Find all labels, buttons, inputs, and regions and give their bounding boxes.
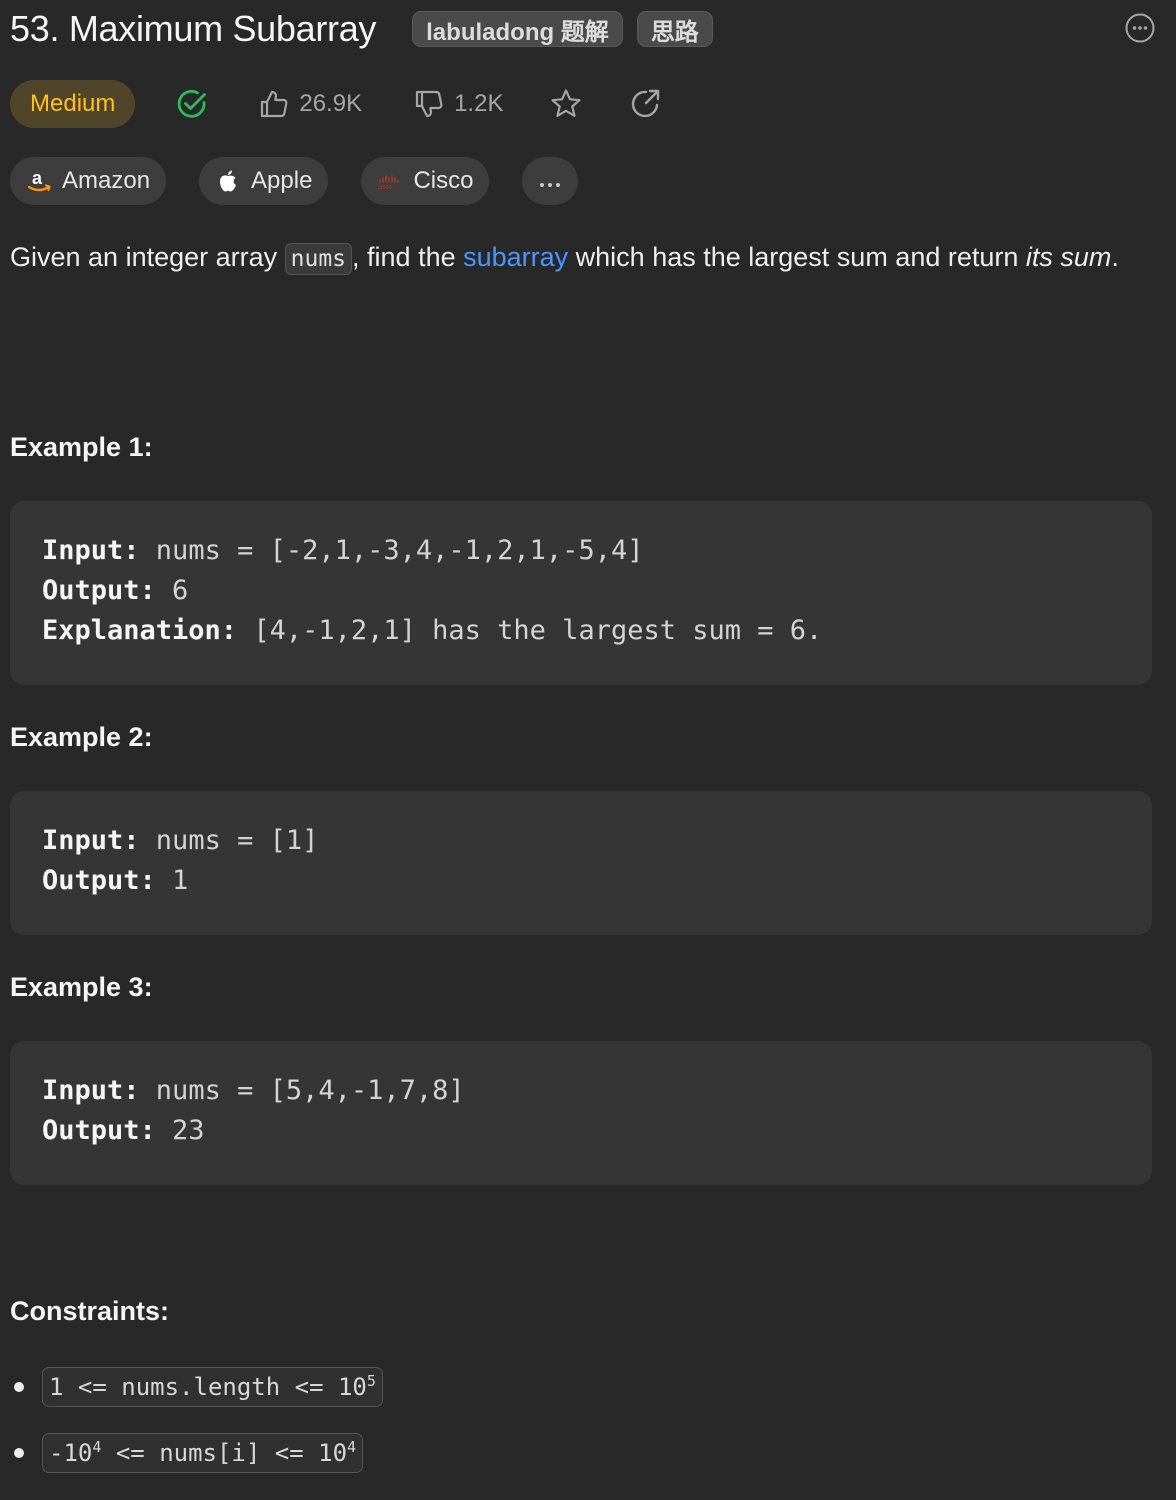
explanation-value: [4,-1,2,1] has the largest sum = 6. — [237, 615, 823, 646]
example-1-heading: Example 1: — [10, 432, 153, 462]
share-icon[interactable] — [629, 87, 663, 121]
explanation-label: Explanation: — [42, 615, 238, 646]
labuladong-solution-button[interactable]: labuladong 题解 — [412, 11, 623, 47]
company-tag-amazon[interactable]: a Amazon — [10, 157, 167, 205]
output-label: Output: — [42, 865, 156, 896]
like-count: 26.9K — [299, 90, 363, 117]
example-3-heading: Example 3: — [10, 972, 153, 1002]
constraint-2: -10 4 <= nums[i] <= 10 4 — [42, 1433, 364, 1473]
more-horizontal-circle-icon[interactable] — [1124, 12, 1156, 44]
company-name: Apple — [251, 167, 313, 194]
constraint-text: <= nums[i] <= 10 — [101, 1439, 348, 1467]
more-companies-button[interactable] — [522, 157, 579, 205]
like-button[interactable]: 26.9K — [257, 87, 362, 121]
solved-check-icon — [175, 87, 209, 121]
difficulty-badge[interactable]: Medium — [10, 80, 136, 128]
star-icon[interactable] — [549, 87, 583, 121]
apple-logo-icon — [215, 168, 241, 194]
company-tags: a Amazon Apple cisco Cisco — [10, 157, 579, 205]
svg-text:cisco: cisco — [378, 185, 392, 191]
cisco-logo-icon: cisco — [377, 168, 403, 194]
description-text: which has the largest sum and return — [568, 242, 1026, 272]
amazon-logo-icon: a — [26, 168, 52, 194]
description-text: Given an integer array — [10, 242, 285, 272]
bullet-point — [14, 1382, 24, 1392]
company-name: Amazon — [62, 167, 151, 194]
output-label: Output: — [42, 575, 156, 606]
example-2-box: Input: nums = [1] Output: 1 — [10, 791, 1152, 935]
constraints-heading: Constraints: — [10, 1296, 170, 1326]
dislike-button[interactable]: 1.2K — [412, 87, 503, 121]
company-tag-apple[interactable]: Apple — [199, 157, 329, 205]
inline-code-nums: nums — [284, 243, 353, 275]
title-row: 53. Maximum Subarray labuladong 题解 思路 — [10, 6, 1156, 52]
description-text: . — [1111, 242, 1119, 272]
output-value: 1 — [155, 865, 189, 896]
bullet-point — [14, 1448, 24, 1458]
problem-title: 53. Maximum Subarray — [10, 8, 377, 49]
subarray-link[interactable]: subarray — [463, 242, 568, 272]
input-value: nums = [-2,1,-3,4,-1,2,1,-5,4] — [139, 535, 644, 566]
svg-text:a: a — [32, 168, 43, 188]
example-1-box: Input: nums = [-2,1,-3,4,-1,2,1,-5,4] Ou… — [10, 501, 1152, 685]
company-tag-cisco[interactable]: cisco Cisco — [361, 157, 490, 205]
constraint-exponent: 5 — [366, 1372, 376, 1390]
output-value: 6 — [155, 575, 189, 606]
description-text: , find the — [352, 242, 464, 272]
output-label: Output: — [42, 1115, 156, 1146]
input-value: nums = [1] — [139, 825, 319, 856]
problem-description: Given an integer array nums, find the su… — [10, 236, 1150, 280]
constraint-text: -10 — [49, 1439, 93, 1467]
description-emphasis: its sum — [1025, 242, 1112, 272]
example-2-heading: Example 2: — [10, 722, 153, 752]
constraint-1: 1 <= nums.length <= 10 5 — [42, 1367, 383, 1407]
input-label: Input: — [42, 535, 140, 566]
constraint-exponent: 4 — [347, 1438, 357, 1456]
constraint-exponent: 4 — [92, 1438, 102, 1456]
input-label: Input: — [42, 825, 140, 856]
thumbs-down-icon — [412, 87, 446, 121]
example-3-box: Input: nums = [5,4,-1,7,8] Output: 23 — [10, 1041, 1152, 1185]
company-name: Cisco — [413, 167, 474, 194]
dislike-count: 1.2K — [454, 90, 504, 117]
ellipsis-icon — [539, 167, 561, 195]
constraint-text: 1 <= nums.length <= 10 — [49, 1373, 367, 1401]
approach-button[interactable]: 思路 — [636, 11, 713, 47]
output-value: 23 — [155, 1115, 205, 1146]
input-value: nums = [5,4,-1,7,8] — [139, 1075, 465, 1106]
input-label: Input: — [42, 1075, 140, 1106]
stats-row: Medium 26.9K 1.2K — [10, 80, 663, 128]
thumbs-up-icon — [257, 87, 291, 121]
